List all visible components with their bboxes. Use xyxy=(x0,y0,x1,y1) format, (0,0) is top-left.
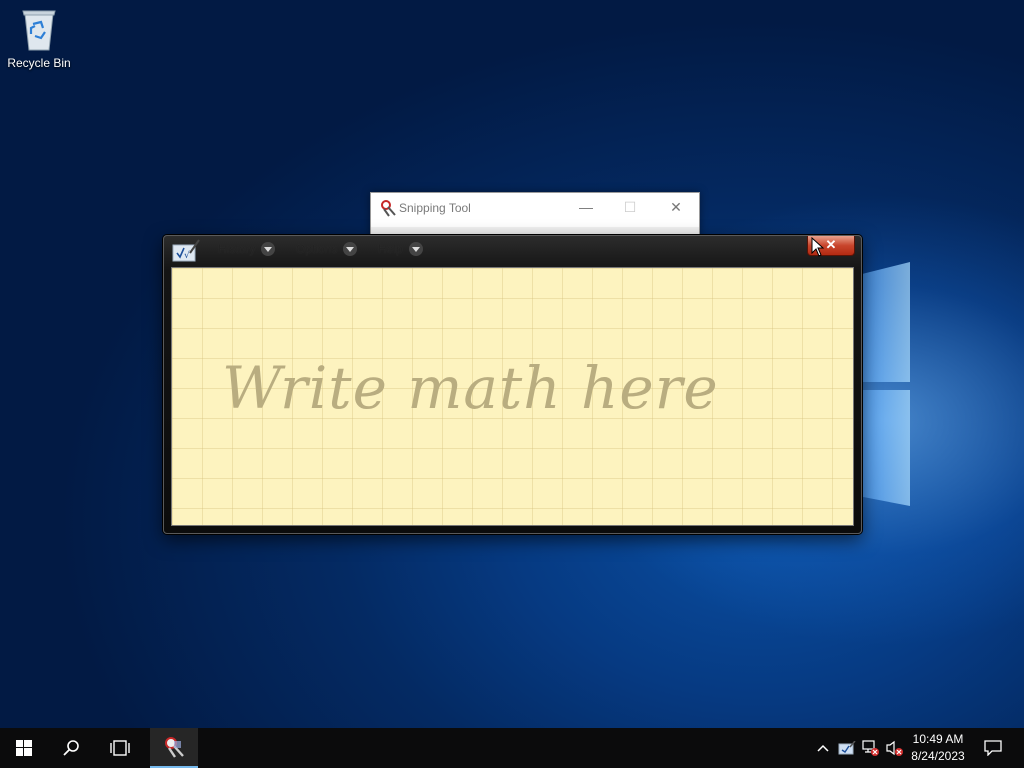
network-disconnected-icon xyxy=(862,740,879,756)
wallpaper-logo-lower xyxy=(862,390,910,506)
search-icon xyxy=(63,740,79,756)
task-view-button[interactable] xyxy=(96,728,144,768)
menu-options-label: Options xyxy=(296,242,338,256)
menu-history[interactable]: History xyxy=(218,242,276,256)
maximize-button[interactable]: ☐ xyxy=(619,197,641,217)
wallpaper-logo-upper xyxy=(862,262,910,382)
math-input-app-icon: √ xyxy=(172,239,200,268)
snipping-tool-icon xyxy=(379,199,397,222)
mouse-cursor-icon xyxy=(811,236,825,262)
action-center-button[interactable] xyxy=(976,728,1010,768)
writing-area-placeholder: Write math here xyxy=(222,354,719,422)
tray-network-button[interactable] xyxy=(860,728,882,768)
math-input-panel[interactable]: √ History Options Help ✕ Write math here xyxy=(163,235,862,534)
chevron-down-icon xyxy=(408,242,423,256)
recycle-bin-label: Recycle Bin xyxy=(7,56,71,70)
menu-history-label: History xyxy=(218,242,256,256)
menu-help[interactable]: Help xyxy=(378,242,423,256)
tray-pen-icon-button[interactable] xyxy=(836,728,858,768)
snipping-tool-icon xyxy=(165,737,184,758)
recycle-bin-desktop-icon[interactable]: Recycle Bin xyxy=(4,6,74,70)
snipping-tool-title: Snipping Tool xyxy=(399,201,471,215)
menu-options[interactable]: Options xyxy=(296,242,358,256)
writing-area[interactable]: Write math here xyxy=(171,267,854,526)
task-view-icon xyxy=(110,740,130,756)
svg-text:√: √ xyxy=(184,250,190,261)
clock-time: 10:49 AM xyxy=(912,732,964,746)
show-hidden-icons-button[interactable] xyxy=(812,728,834,768)
recycle-bin-icon xyxy=(19,6,59,52)
taskbar-snipping-tool[interactable] xyxy=(150,728,198,768)
menu-help-label: Help xyxy=(378,242,403,256)
chevron-down-icon xyxy=(343,242,358,256)
pen-input-icon xyxy=(838,741,856,755)
close-button[interactable]: ✕ xyxy=(665,197,687,217)
chevron-up-icon xyxy=(817,744,829,752)
windows-logo-icon xyxy=(16,740,32,756)
system-clock[interactable]: 10:49 AM 8/24/2023 xyxy=(900,731,976,765)
chevron-down-icon xyxy=(261,242,276,256)
minimize-button[interactable]: — xyxy=(575,197,597,217)
start-button[interactable] xyxy=(0,728,48,768)
search-button[interactable] xyxy=(48,728,96,768)
clock-date: 8/24/2023 xyxy=(911,749,965,763)
notifications-icon xyxy=(984,740,1002,756)
taskbar: 10:49 AM 8/24/2023 xyxy=(0,728,1024,768)
